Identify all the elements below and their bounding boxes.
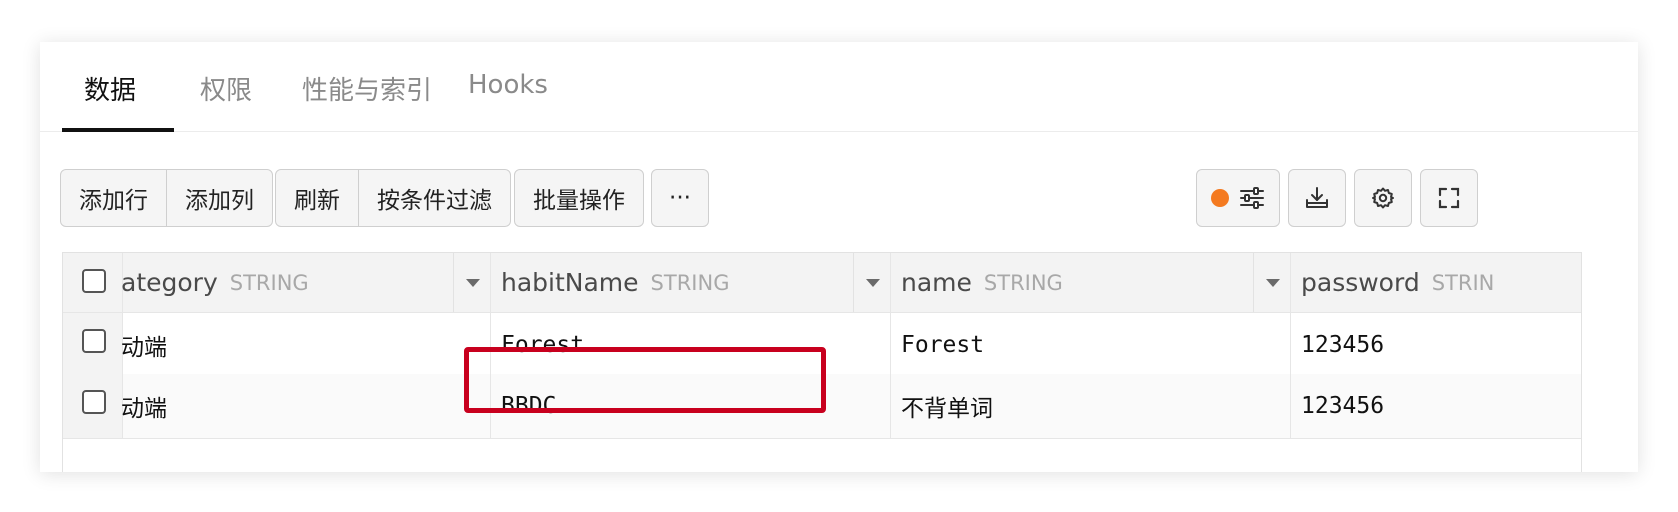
- table-row[interactable]: 动端 Forest Forest 123456: [63, 313, 1581, 378]
- column-menu-caret[interactable]: [1253, 253, 1291, 312]
- sliders-icon: [1240, 187, 1264, 209]
- row-checkbox[interactable]: [82, 329, 106, 353]
- cell-name[interactable]: Forest: [890, 313, 1290, 377]
- column-type: STRING: [650, 270, 730, 295]
- column-menu-caret[interactable]: [853, 253, 891, 312]
- cell-value: 123456: [1301, 332, 1385, 358]
- batch-button-group: 批量操作: [514, 169, 644, 227]
- row-checkbox-cell: [63, 313, 123, 377]
- column-type: STRING: [229, 270, 309, 295]
- cell-value: Forest: [501, 332, 585, 358]
- active-tab-indicator: [62, 128, 174, 132]
- row-column-button-group: 添加行 添加列: [60, 169, 273, 227]
- cell-value: Forest: [901, 332, 985, 358]
- active-indicator-dot: [1211, 189, 1229, 207]
- batch-operation-button[interactable]: 批量操作: [515, 170, 643, 226]
- column-header-habitname[interactable]: habitName STRING: [490, 253, 890, 312]
- tab-hooks[interactable]: Hooks: [468, 70, 548, 100]
- cell-value: BBDC: [501, 393, 557, 419]
- cell-password[interactable]: 123456: [1290, 374, 1581, 438]
- column-type: STRING: [983, 270, 1063, 295]
- cell-value: 动端: [121, 396, 167, 422]
- cell-category[interactable]: 动端: [121, 313, 490, 377]
- data-panel: 数据 权限 性能与索引 Hooks 添加行 添加列 刷新 按条件过滤 批量操作 …: [40, 42, 1638, 472]
- column-name: password: [1301, 268, 1420, 297]
- tab-permissions[interactable]: 权限: [200, 70, 252, 107]
- expand-icon: [1438, 187, 1460, 209]
- select-all-checkbox[interactable]: [82, 269, 106, 293]
- tab-data[interactable]: 数据: [84, 70, 136, 107]
- refresh-button[interactable]: 刷新: [276, 170, 358, 226]
- column-name: name: [901, 268, 972, 297]
- column-settings-button[interactable]: [1196, 169, 1280, 227]
- column-header-category[interactable]: ategory STRING: [121, 253, 491, 312]
- export-button[interactable]: [1288, 169, 1346, 227]
- table-header: ategory STRING habitName STRING name STR…: [63, 253, 1581, 313]
- cell-name[interactable]: 不背单词: [890, 374, 1290, 438]
- cell-value: 不背单词: [901, 396, 993, 422]
- cell-habitname[interactable]: BBDC: [490, 374, 890, 438]
- cell-password[interactable]: 123456: [1290, 313, 1581, 377]
- cell-value: 动端: [121, 335, 167, 361]
- table-row[interactable]: 动端 BBDC 不背单词 123456: [63, 374, 1581, 439]
- download-tray-icon: [1306, 187, 1328, 208]
- refresh-filter-button-group: 刷新 按条件过滤: [275, 169, 511, 227]
- row-checkbox[interactable]: [82, 390, 106, 414]
- gear-icon: [1372, 187, 1394, 209]
- add-row-button[interactable]: 添加行: [61, 170, 166, 226]
- header-checkbox-cell: [63, 253, 123, 312]
- column-type: STRIN: [1431, 270, 1495, 295]
- add-column-button[interactable]: 添加列: [166, 170, 272, 226]
- row-checkbox-cell: [63, 374, 123, 438]
- data-table: ategory STRING habitName STRING name STR…: [62, 252, 1582, 472]
- cell-habitname[interactable]: Forest: [490, 313, 890, 377]
- fullscreen-button[interactable]: [1420, 169, 1478, 227]
- settings-button[interactable]: [1354, 169, 1412, 227]
- cell-category[interactable]: 动端: [121, 374, 490, 438]
- more-button[interactable]: ···: [652, 170, 708, 226]
- column-name: ategory: [121, 268, 218, 297]
- column-name: habitName: [501, 268, 639, 297]
- column-header-password[interactable]: password STRIN: [1290, 253, 1581, 312]
- tab-bar: 数据 权限 性能与索引 Hooks: [40, 42, 1638, 132]
- cell-value: 123456: [1301, 393, 1385, 419]
- column-menu-caret[interactable]: [453, 253, 491, 312]
- tab-performance-index[interactable]: 性能与索引: [302, 70, 432, 107]
- column-header-name[interactable]: name STRING: [890, 253, 1290, 312]
- filter-button[interactable]: 按条件过滤: [358, 170, 510, 226]
- more-button-group: ···: [651, 169, 709, 227]
